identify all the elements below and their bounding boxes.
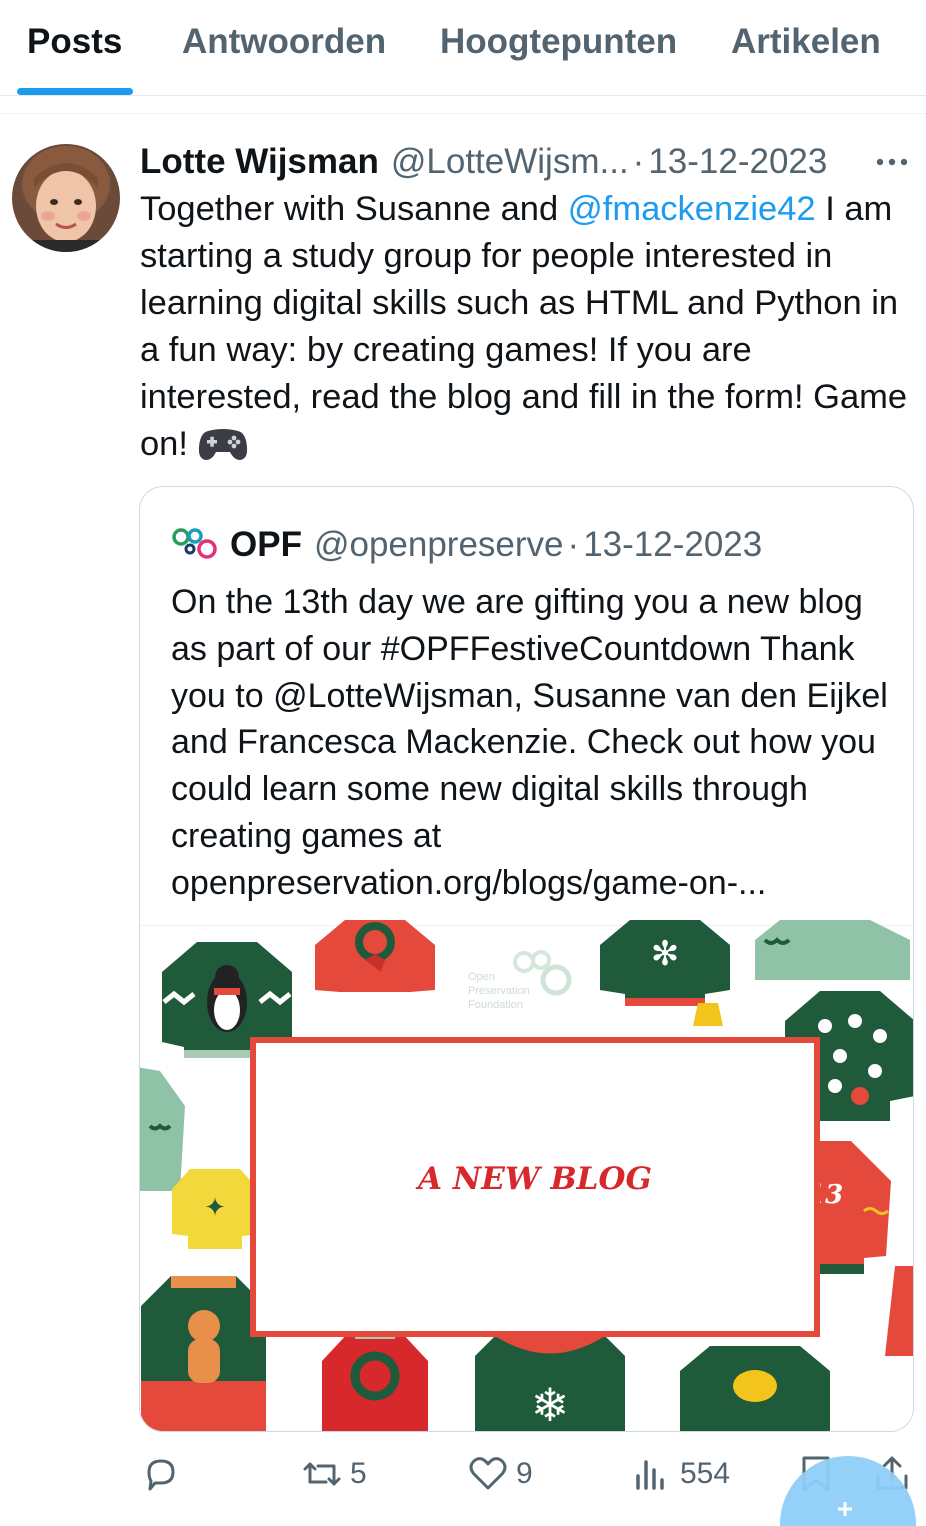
green-sweater-icon [755, 920, 910, 980]
separator-dot: · [632, 142, 645, 181]
snowflake-sweater-icon: ✻ [600, 920, 730, 1006]
separator-dot: · [567, 525, 580, 564]
heart-icon [469, 1457, 507, 1490]
svg-text:Open: Open [468, 971, 495, 983]
blog-title: A NEW BLOG [418, 1161, 652, 1197]
blog-image[interactable]: Open Preservation Foundation ✻ ✦ ❄ 13 A … [140, 920, 913, 1432]
reply-icon [147, 1459, 175, 1491]
like-button[interactable]: 9 [468, 1454, 533, 1494]
blog-frame: A NEW BLOG [250, 1037, 820, 1337]
gamepad-icon [198, 425, 248, 463]
post-text-part: Together with Susanne and [140, 190, 568, 228]
tab-artikelen[interactable]: Artikelen [731, 22, 881, 62]
quote-author-name[interactable]: OPF [230, 525, 302, 565]
author-name[interactable]: Lotte Wijsman [140, 142, 379, 182]
svg-text:Foundation: Foundation [468, 999, 523, 1011]
red-wreath-sweater-icon [322, 1331, 428, 1431]
profile-tabs: Posts Antwoorden Hoogtepunten Artikelen [0, 0, 926, 96]
post-text-part: I am starting a study group for people i… [140, 190, 908, 463]
edge-sweater-icon [885, 1266, 913, 1356]
opf-logo-icon [170, 523, 220, 567]
post-date[interactable]: 13-12-2023 [648, 142, 827, 182]
quote-date[interactable]: 13-12-2023 [583, 525, 762, 565]
svg-text:✻: ✻ [651, 934, 680, 974]
yellow-sweater-icon: ✦ [172, 1169, 258, 1249]
views-button[interactable]: 554 [632, 1454, 730, 1494]
quote-header: OPF @openpreserve · 13-12-2023 [170, 523, 762, 567]
tab-hoogtepunten[interactable]: Hoogtepunten [440, 22, 677, 62]
wreath-sweater-icon [315, 920, 435, 992]
plus-icon [838, 1502, 852, 1516]
post-text: Together with Susanne and @fmackenzie42 … [140, 186, 920, 468]
quoted-post-card[interactable]: OPF @openpreserve · 13-12-2023 On the 13… [139, 486, 914, 1432]
divider [0, 96, 926, 114]
reply-button[interactable] [141, 1454, 189, 1494]
svg-text:Preservation: Preservation [468, 985, 530, 997]
avatar[interactable] [12, 144, 120, 252]
tab-posts[interactable]: Posts [27, 22, 122, 62]
quote-author-handle[interactable]: @openpreserve [314, 525, 564, 565]
repost-count: 5 [350, 1457, 367, 1490]
hat-icon [693, 1003, 723, 1026]
post-header: Lotte Wijsman @LotteWijsm... · 13-12-202… [140, 140, 827, 184]
active-tab-indicator [17, 88, 133, 95]
repost-icon [303, 1462, 341, 1486]
svg-text:✦: ✦ [204, 1193, 226, 1223]
author-handle[interactable]: @LotteWijsm... [391, 142, 629, 182]
mention-link[interactable]: @fmackenzie42 [568, 190, 816, 228]
more-options-icon[interactable] [872, 150, 912, 174]
like-count: 9 [516, 1457, 533, 1490]
analytics-icon [636, 1460, 664, 1490]
quote-text: On the 13th day we are gifting you a new… [171, 583, 888, 902]
repost-button[interactable]: 5 [302, 1454, 367, 1494]
views-count: 554 [680, 1457, 731, 1490]
tab-antwoorden[interactable]: Antwoorden [182, 22, 386, 62]
svg-text:❄: ❄ [531, 1378, 570, 1432]
opf-watermark: Open Preservation Foundation [466, 944, 616, 1014]
pie-sweater-icon [680, 1346, 830, 1431]
